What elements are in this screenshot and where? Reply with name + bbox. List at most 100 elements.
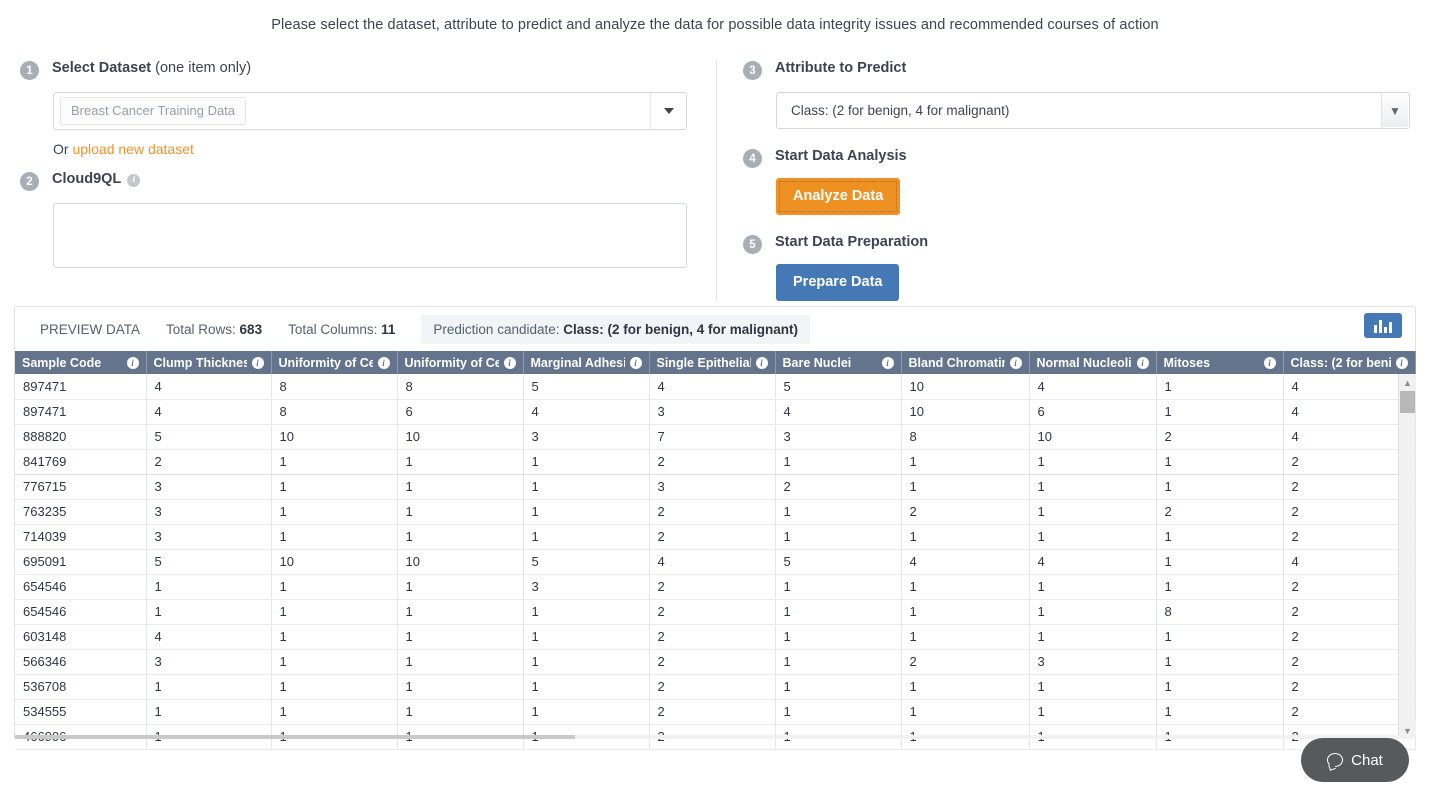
table-row[interactable]: 6545461111211182 (15, 599, 1415, 624)
table-cell: 1 (775, 599, 901, 624)
table-cell: 888820 (15, 424, 146, 449)
table-cell: 1 (1029, 624, 1156, 649)
dataset-dropdown-toggle[interactable] (650, 93, 686, 129)
horizontal-scroll-thumb[interactable] (15, 735, 575, 739)
table-cell: 1 (397, 574, 523, 599)
table-header-cell[interactable]: Bland Chromatin i (901, 351, 1029, 374)
info-icon[interactable]: i (630, 357, 642, 369)
table-row[interactable]: 6545461113211112 (15, 574, 1415, 599)
prepare-data-button[interactable]: Prepare Data (776, 264, 899, 301)
table-cell: 1 (901, 474, 1029, 499)
horizontal-scrollbar[interactable] (15, 735, 1415, 739)
table-header-label: Uniformity of Cell S (279, 356, 373, 370)
table-header-cell[interactable]: Single Epithelial Ce i (649, 351, 775, 374)
total-columns-label: Total Columns: (288, 322, 381, 337)
table-header-cell[interactable]: Normal Nucleolii (1029, 351, 1156, 374)
chevron-up-icon[interactable]: ▲ (1399, 374, 1416, 391)
chat-widget-button[interactable]: Chat (1301, 738, 1409, 782)
table-cell: 1 (1029, 449, 1156, 474)
table-cell: 2 (1283, 474, 1415, 499)
step-4-title: Start Data Analysis (775, 148, 907, 164)
preview-table-body: 8974714885451041489747148643410614888820… (15, 374, 1415, 749)
table-header-label: Bland Chromatin (909, 356, 1005, 370)
info-icon[interactable]: i (504, 357, 516, 369)
info-icon[interactable]: i (756, 357, 768, 369)
table-cell: 841769 (15, 449, 146, 474)
vertical-scroll-thumb[interactable] (1400, 391, 1415, 413)
info-icon[interactable]: i (882, 357, 894, 369)
table-cell: 1 (271, 524, 397, 549)
table-cell: 5 (523, 549, 649, 574)
step-3-title-main: Attribute to Predict (775, 60, 906, 76)
table-row[interactable]: 7632353111212122 (15, 499, 1415, 524)
info-icon[interactable]: i (252, 357, 264, 369)
table-header-cell[interactable]: Mitosesi (1156, 351, 1283, 374)
step-start-data-analysis: 4 Start Data Analysis (743, 148, 1416, 168)
step-2-badge: 2 (20, 172, 39, 191)
table-cell: 1 (901, 674, 1029, 699)
info-icon[interactable]: i (378, 357, 390, 369)
table-row[interactable]: 6031484111211112 (15, 624, 1415, 649)
table-cell: 3 (649, 399, 775, 424)
info-icon[interactable]: i (1137, 357, 1149, 369)
upload-new-dataset-link[interactable]: upload new dataset (72, 141, 193, 157)
table-cell: 1 (1029, 474, 1156, 499)
table-cell: 1 (1156, 474, 1283, 499)
cloud9ql-input[interactable] (53, 203, 687, 268)
table-cell: 3 (523, 574, 649, 599)
table-header-cell[interactable]: Marginal Adhesion i (523, 351, 649, 374)
step-1-title: Select Dataset (one item only) (52, 60, 251, 76)
table-header-label: Single Epithelial Ce (657, 356, 751, 370)
upload-prefix: Or (53, 141, 72, 157)
attribute-select-value: Class: (2 for benign, 4 for malignant) (777, 103, 1009, 118)
table-row[interactable]: 7140393111211112 (15, 524, 1415, 549)
vertical-scrollbar[interactable]: ▲ ▼ (1398, 374, 1415, 739)
info-icon[interactable]: i (127, 174, 140, 187)
info-icon[interactable]: i (1264, 357, 1276, 369)
table-row[interactable]: 89747148854510414 (15, 374, 1415, 399)
analyze-data-button[interactable]: Analyze Data (776, 178, 900, 215)
table-cell: 4 (146, 624, 271, 649)
bar-chart-icon-button[interactable] (1364, 313, 1402, 338)
table-cell: 1 (271, 499, 397, 524)
table-cell: 1 (271, 699, 397, 724)
table-row[interactable]: 7767153111321112 (15, 474, 1415, 499)
table-cell: 1 (901, 599, 1029, 624)
table-header-cell[interactable]: Uniformity of Celli (397, 351, 523, 374)
dataset-selected-tag[interactable]: Breast Cancer Training Data (60, 97, 246, 125)
table-cell: 1 (271, 649, 397, 674)
table-cell: 1 (1029, 524, 1156, 549)
info-icon[interactable]: i (1010, 357, 1022, 369)
table-header-cell[interactable]: Sample Codei (15, 351, 146, 374)
attribute-select[interactable]: Class: (2 for benign, 4 for malignant) ▼ (776, 92, 1410, 129)
table-cell: 534555 (15, 699, 146, 724)
table-cell: 1 (523, 649, 649, 674)
chevron-down-icon[interactable]: ▼ (1381, 94, 1408, 127)
table-row[interactable]: 89747148643410614 (15, 399, 1415, 424)
table-cell: 5 (146, 424, 271, 449)
dataset-multiselect[interactable]: Breast Cancer Training Data (53, 92, 687, 130)
table-row[interactable]: 695091510105454414 (15, 549, 1415, 574)
table-cell: 1 (397, 499, 523, 524)
table-row[interactable]: 8417692111211112 (15, 449, 1415, 474)
table-cell: 1 (397, 599, 523, 624)
table-cell: 1 (1029, 699, 1156, 724)
table-row[interactable]: 5345551111211112 (15, 699, 1415, 724)
table-cell: 1 (146, 699, 271, 724)
wizard-right-column: 3 Attribute to Predict Class: (2 for ben… (716, 60, 1416, 301)
table-cell: 2 (146, 449, 271, 474)
table-header-cell[interactable]: Bare Nucleii (775, 351, 901, 374)
table-cell: 5 (775, 374, 901, 399)
table-header-cell[interactable]: Clump Thicknessi (146, 351, 271, 374)
table-row[interactable]: 5663463111212312 (15, 649, 1415, 674)
info-icon[interactable]: i (1396, 357, 1408, 369)
table-header-cell[interactable]: Uniformity of Cell S i (271, 351, 397, 374)
table-header-label: Marginal Adhesion (531, 356, 625, 370)
table-row[interactable]: 8888205101037381024 (15, 424, 1415, 449)
info-icon[interactable]: i (127, 357, 139, 369)
table-cell: 4 (146, 399, 271, 424)
table-row[interactable]: 5367081111211112 (15, 674, 1415, 699)
table-cell: 8 (1156, 599, 1283, 624)
table-header-cell[interactable]: Class: (2 for benigni (1283, 351, 1415, 374)
upload-dataset-row: Or upload new dataset (53, 141, 716, 157)
